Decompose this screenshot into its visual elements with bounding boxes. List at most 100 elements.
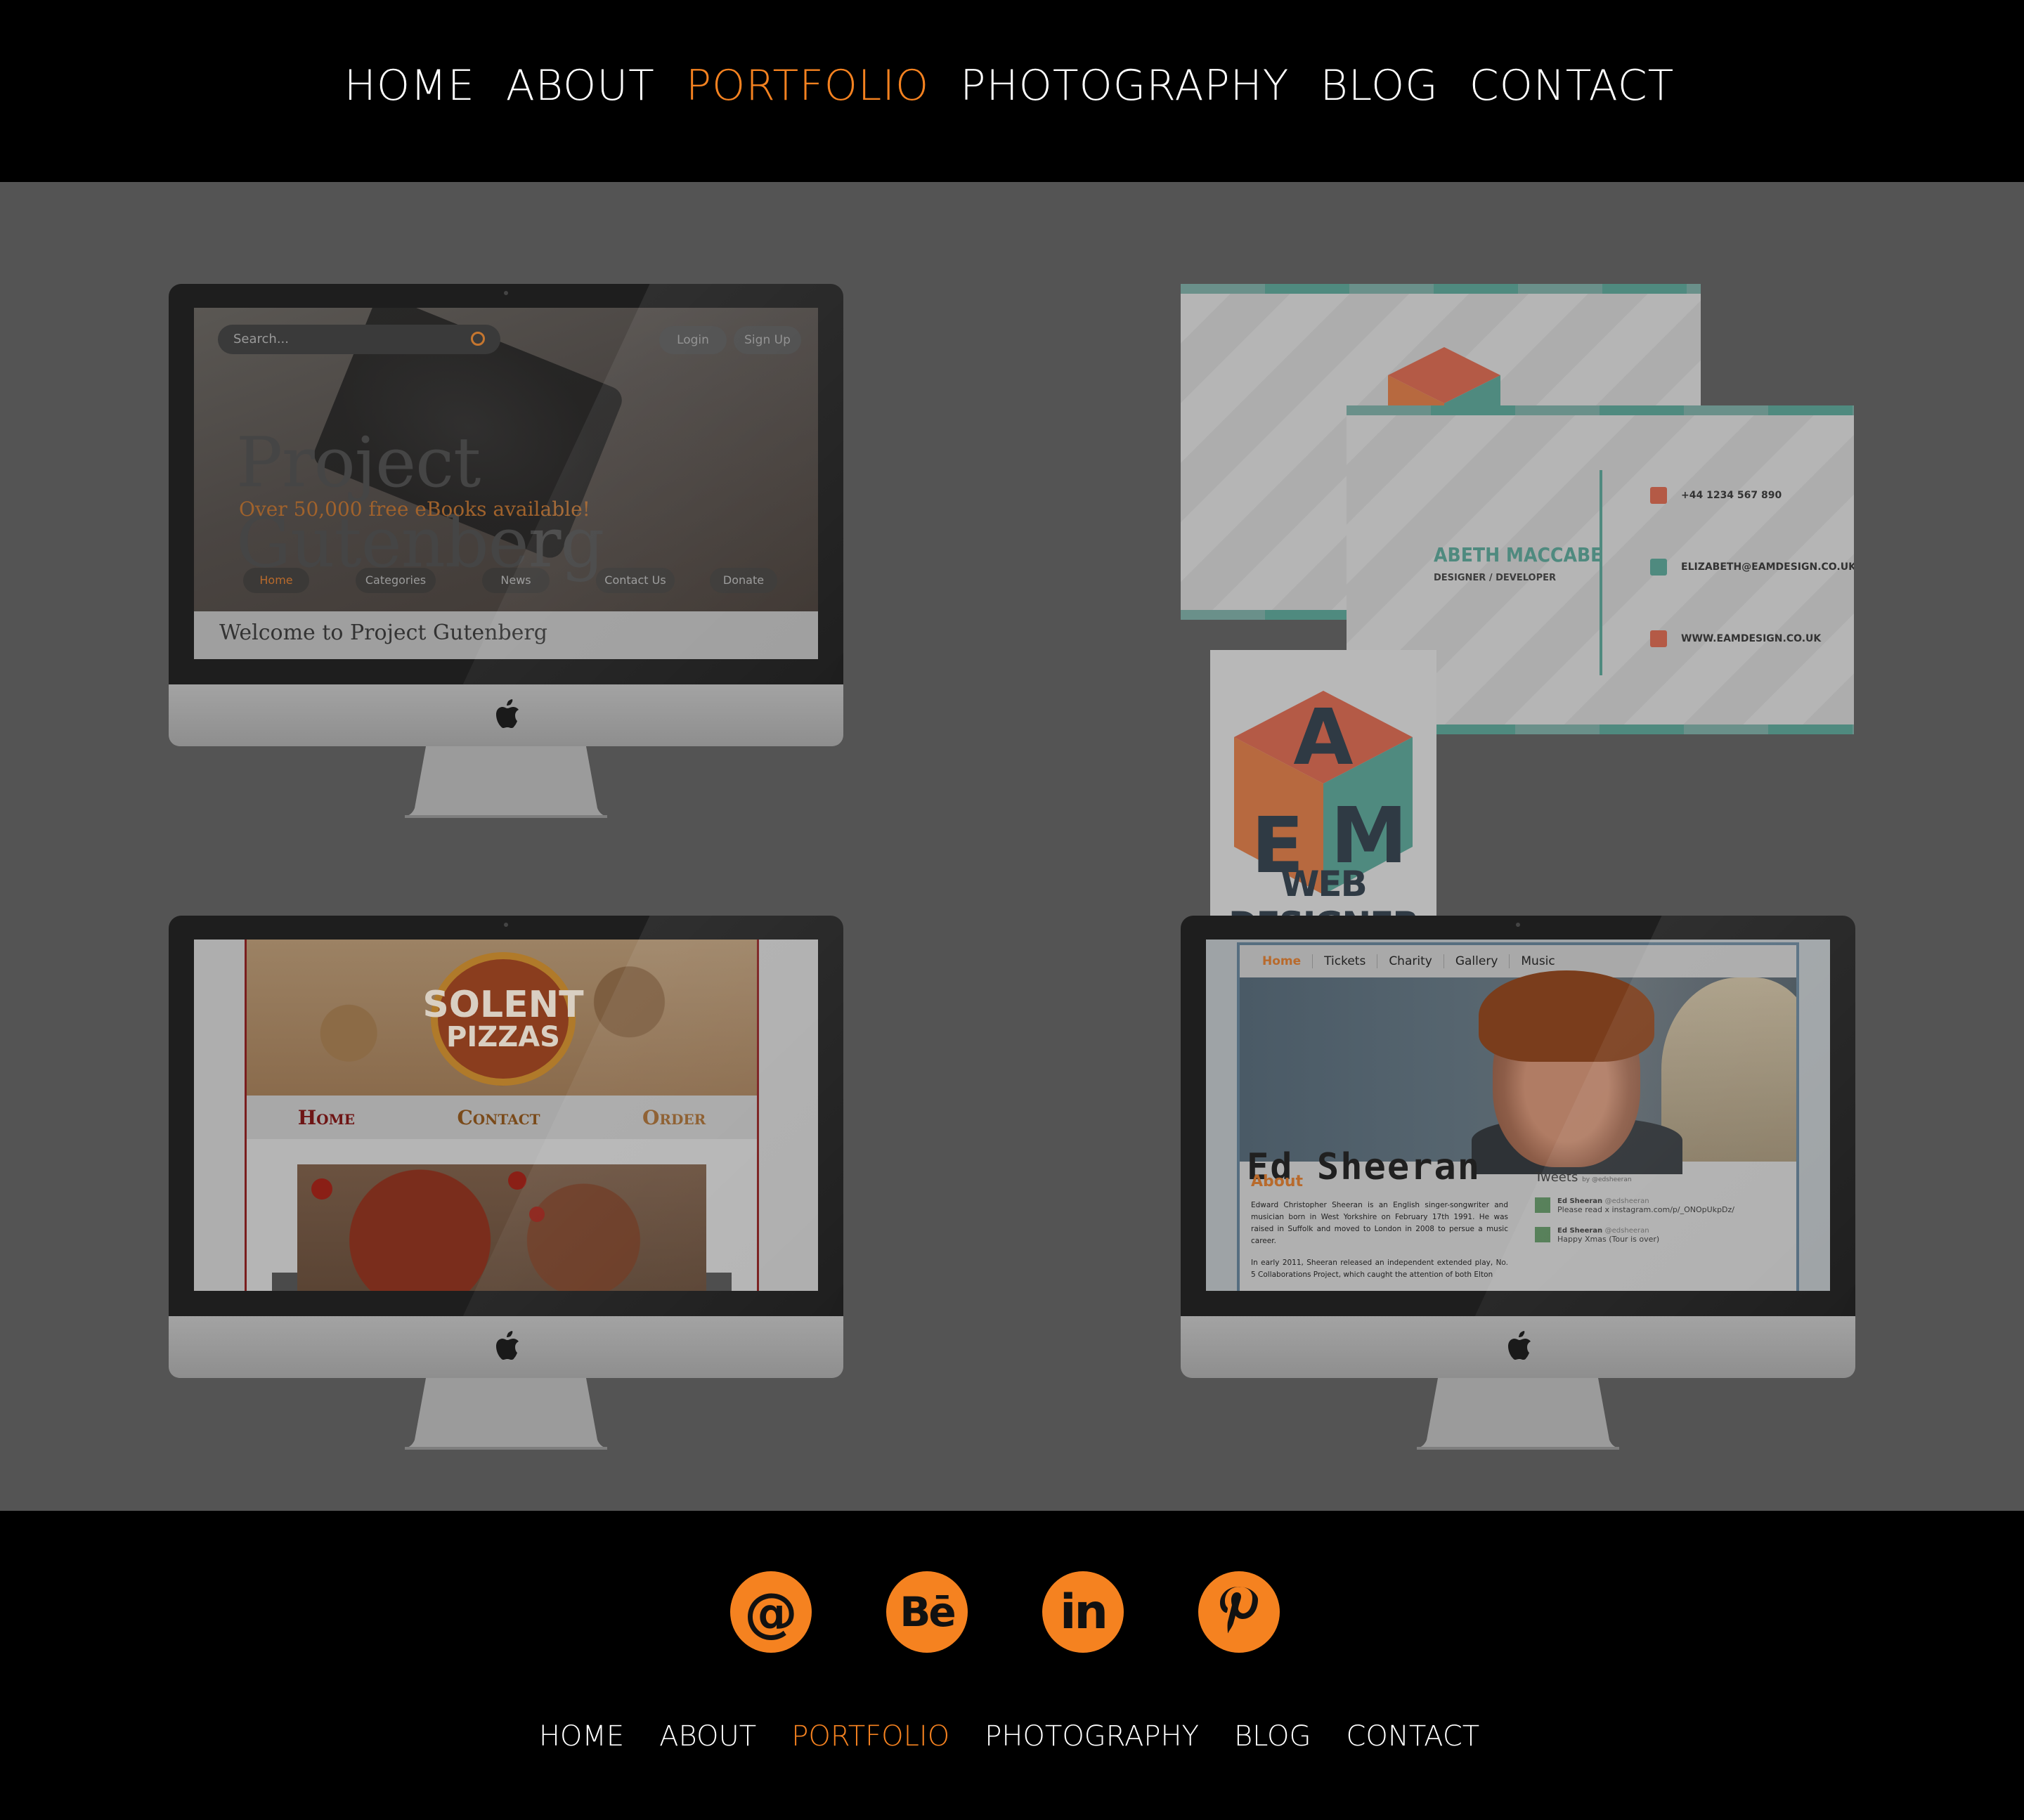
apple-logo-icon [496, 699, 519, 728]
site-nav-donate: Donate [710, 568, 777, 593]
imac-chin [169, 1316, 843, 1378]
footer-nav-blog[interactable]: BLOG [1234, 1720, 1311, 1753]
email-at-icon[interactable]: @ [730, 1571, 812, 1653]
tweet-item: Ed Sheeran @edsheeran Please read x inst… [1535, 1197, 1788, 1214]
tweet-text: Please read x instagram.com/p/_ONOpUkpDz… [1557, 1205, 1735, 1214]
card-web-row: WWW.EAMDESIGN.CO.UK [1650, 630, 1821, 647]
imac-stand [405, 1378, 607, 1450]
site-nav-home: Home [243, 568, 309, 593]
welcome-heading: Welcome to Project Gutenberg [194, 611, 818, 659]
pizza-page: SOLENT PIZZAS Home Contact Order [245, 940, 759, 1291]
pizza-nav-order: Order [642, 1105, 706, 1129]
footer: @ Bē in HOME ABOUT PORTFOLIO PHOTOGRAPHY… [0, 1511, 2024, 1820]
logo-line-1: SOLENT [422, 984, 584, 1026]
tweets-heading: Tweets by @edsheeran [1535, 1170, 1788, 1185]
imac-stand [1417, 1378, 1619, 1450]
behance-icon[interactable]: Bē [886, 1571, 968, 1653]
nav-contact[interactable]: CONTACT [1470, 61, 1675, 110]
card-email-row: ELIZABETH@EAMDESIGN.CO.UK [1650, 559, 1854, 576]
solent-pizzas-logo: SOLENT PIZZAS [422, 952, 584, 1086]
slider-prev-arrow-icon [272, 1273, 297, 1291]
card-phone: +44 1234 567 890 [1681, 490, 1782, 501]
site-nav-categories: Categories [356, 568, 436, 593]
site-nav-news: News [482, 568, 550, 593]
tweet-avatar [1535, 1197, 1550, 1213]
camera-dot [1516, 923, 1520, 927]
about-heading: About [1251, 1173, 1304, 1190]
about-paragraph-2: In early 2011, Sheeran released an indep… [1251, 1259, 1508, 1279]
about-text: Edward Christopher Sheeran is an English… [1251, 1200, 1508, 1281]
card-email: ELIZABETH@EAMDESIGN.CO.UK [1681, 561, 1854, 573]
slider-next-arrow-icon [706, 1273, 732, 1291]
linkedin-icon[interactable]: in [1042, 1571, 1124, 1653]
solent-pizzas-site: SOLENT PIZZAS Home Contact Order [194, 940, 818, 1291]
imac-bezel: Search... Login Sign Up Project Gutenber… [169, 284, 843, 684]
site-nav-contact: Contact Us [596, 568, 675, 593]
login-button: Login [659, 326, 727, 354]
apple-logo-icon [1508, 1331, 1531, 1360]
portfolio-item-solent-pizzas[interactable]: SOLENT PIZZAS Home Contact Order [169, 916, 843, 1450]
footer-nav-contact[interactable]: CONTACT [1347, 1720, 1480, 1753]
portfolio-item-project-gutenberg[interactable]: Search... Login Sign Up Project Gutenber… [169, 284, 843, 818]
sheeran-banner: Ed Sheeran [1240, 970, 1796, 1188]
envelope-icon [1650, 559, 1667, 576]
tweet-text: Happy Xmas (Tour is over) [1557, 1235, 1660, 1244]
portfolio-item-business-card[interactable]: ABETH MACCABE DESIGNER / DEVELOPER +44 1… [0, 182, 2024, 976]
sheeran-nav: Home Tickets Charity Gallery Music [1240, 945, 1796, 977]
pizza-nav: Home Contact Order [247, 1096, 757, 1139]
tweet-handle: @edsheeran [1604, 1227, 1649, 1235]
tweet-item: Ed Sheeran @edsheeran Happy Xmas (Tour i… [1535, 1227, 1788, 1244]
apple-logo-icon [496, 1331, 519, 1360]
site-subtitle: Over 50,000 free eBooks available! [239, 498, 590, 521]
footer-menu: HOME ABOUT PORTFOLIO PHOTOGRAPHY BLOG CO… [539, 1720, 1479, 1753]
footer-nav-about[interactable]: ABOUT [659, 1720, 756, 1753]
imac-screen: Home Tickets Charity Gallery Music Ed Sh… [1206, 940, 1830, 1291]
tweet-author: Ed Sheeran [1557, 1197, 1603, 1205]
pizza-nav-home: Home [297, 1105, 355, 1129]
pinterest-glyph [1220, 1587, 1258, 1633]
tweets-title: Tweets [1535, 1170, 1578, 1185]
signup-button: Sign Up [734, 326, 801, 354]
globe-icon [1650, 630, 1667, 647]
imac-bezel: SOLENT PIZZAS Home Contact Order [169, 916, 843, 1316]
nav-blog[interactable]: BLOG [1320, 61, 1438, 110]
logo-line-2: PIZZAS [446, 1021, 560, 1053]
portfolio-grid: Search... Login Sign Up Project Gutenber… [0, 182, 2024, 1511]
pizza-nav-contact: Contact [457, 1105, 540, 1129]
imac-stand [405, 746, 607, 818]
sheeran-nav-home: Home [1251, 954, 1313, 968]
sheeran-nav-music: Music [1521, 954, 1555, 968]
tweet-avatar [1535, 1227, 1550, 1242]
social-links: @ Bē in [0, 1571, 2017, 1653]
card-web: WWW.EAMDESIGN.CO.UK [1681, 633, 1822, 644]
footer-nav-photography[interactable]: PHOTOGRAPHY [985, 1720, 1199, 1753]
nav-photography[interactable]: PHOTOGRAPHY [960, 61, 1289, 110]
footer-nav-home[interactable]: HOME [539, 1720, 624, 1753]
card-divider [1600, 470, 1602, 675]
imac-chin [169, 684, 843, 746]
imac-bezel: Home Tickets Charity Gallery Music Ed Sh… [1181, 916, 1855, 1316]
tweets-by: by @edsheeran [1582, 1176, 1632, 1183]
project-gutenberg-site: Search... Login Sign Up Project Gutenber… [194, 308, 818, 659]
search-icon [471, 332, 485, 346]
phone-icon [1650, 487, 1667, 504]
portfolio-item-ed-sheeran[interactable]: Home Tickets Charity Gallery Music Ed Sh… [1181, 916, 1855, 1450]
sheeran-nav-gallery: Gallery [1444, 954, 1510, 968]
header-nav: HOME ABOUT PORTFOLIO PHOTOGRAPHY BLOG CO… [0, 0, 2024, 182]
camera-dot [504, 291, 508, 295]
nav-about[interactable]: ABOUT [506, 61, 655, 110]
nav-portfolio[interactable]: PORTFOLIO [686, 61, 929, 110]
pinterest-icon[interactable] [1198, 1571, 1280, 1653]
tweet-handle: @edsheeran [1604, 1197, 1649, 1205]
card-name: ABETH MACCABE [1434, 543, 1603, 566]
sheeran-nav-tickets: Tickets [1313, 954, 1378, 968]
nav-home[interactable]: HOME [344, 61, 475, 110]
tweet-author: Ed Sheeran [1557, 1227, 1603, 1235]
footer-nav-portfolio[interactable]: PORTFOLIO [791, 1720, 949, 1753]
card-phone-row: +44 1234 567 890 [1650, 487, 1782, 504]
imac-screen: Search... Login Sign Up Project Gutenber… [194, 308, 818, 659]
ed-sheeran-site: Home Tickets Charity Gallery Music Ed Sh… [1206, 940, 1830, 1291]
main-menu: HOME ABOUT PORTFOLIO PHOTOGRAPHY BLOG CO… [344, 61, 1675, 110]
sheeran-nav-charity: Charity [1377, 954, 1444, 968]
about-paragraph-1: Edward Christopher Sheeran is an English… [1251, 1201, 1508, 1245]
